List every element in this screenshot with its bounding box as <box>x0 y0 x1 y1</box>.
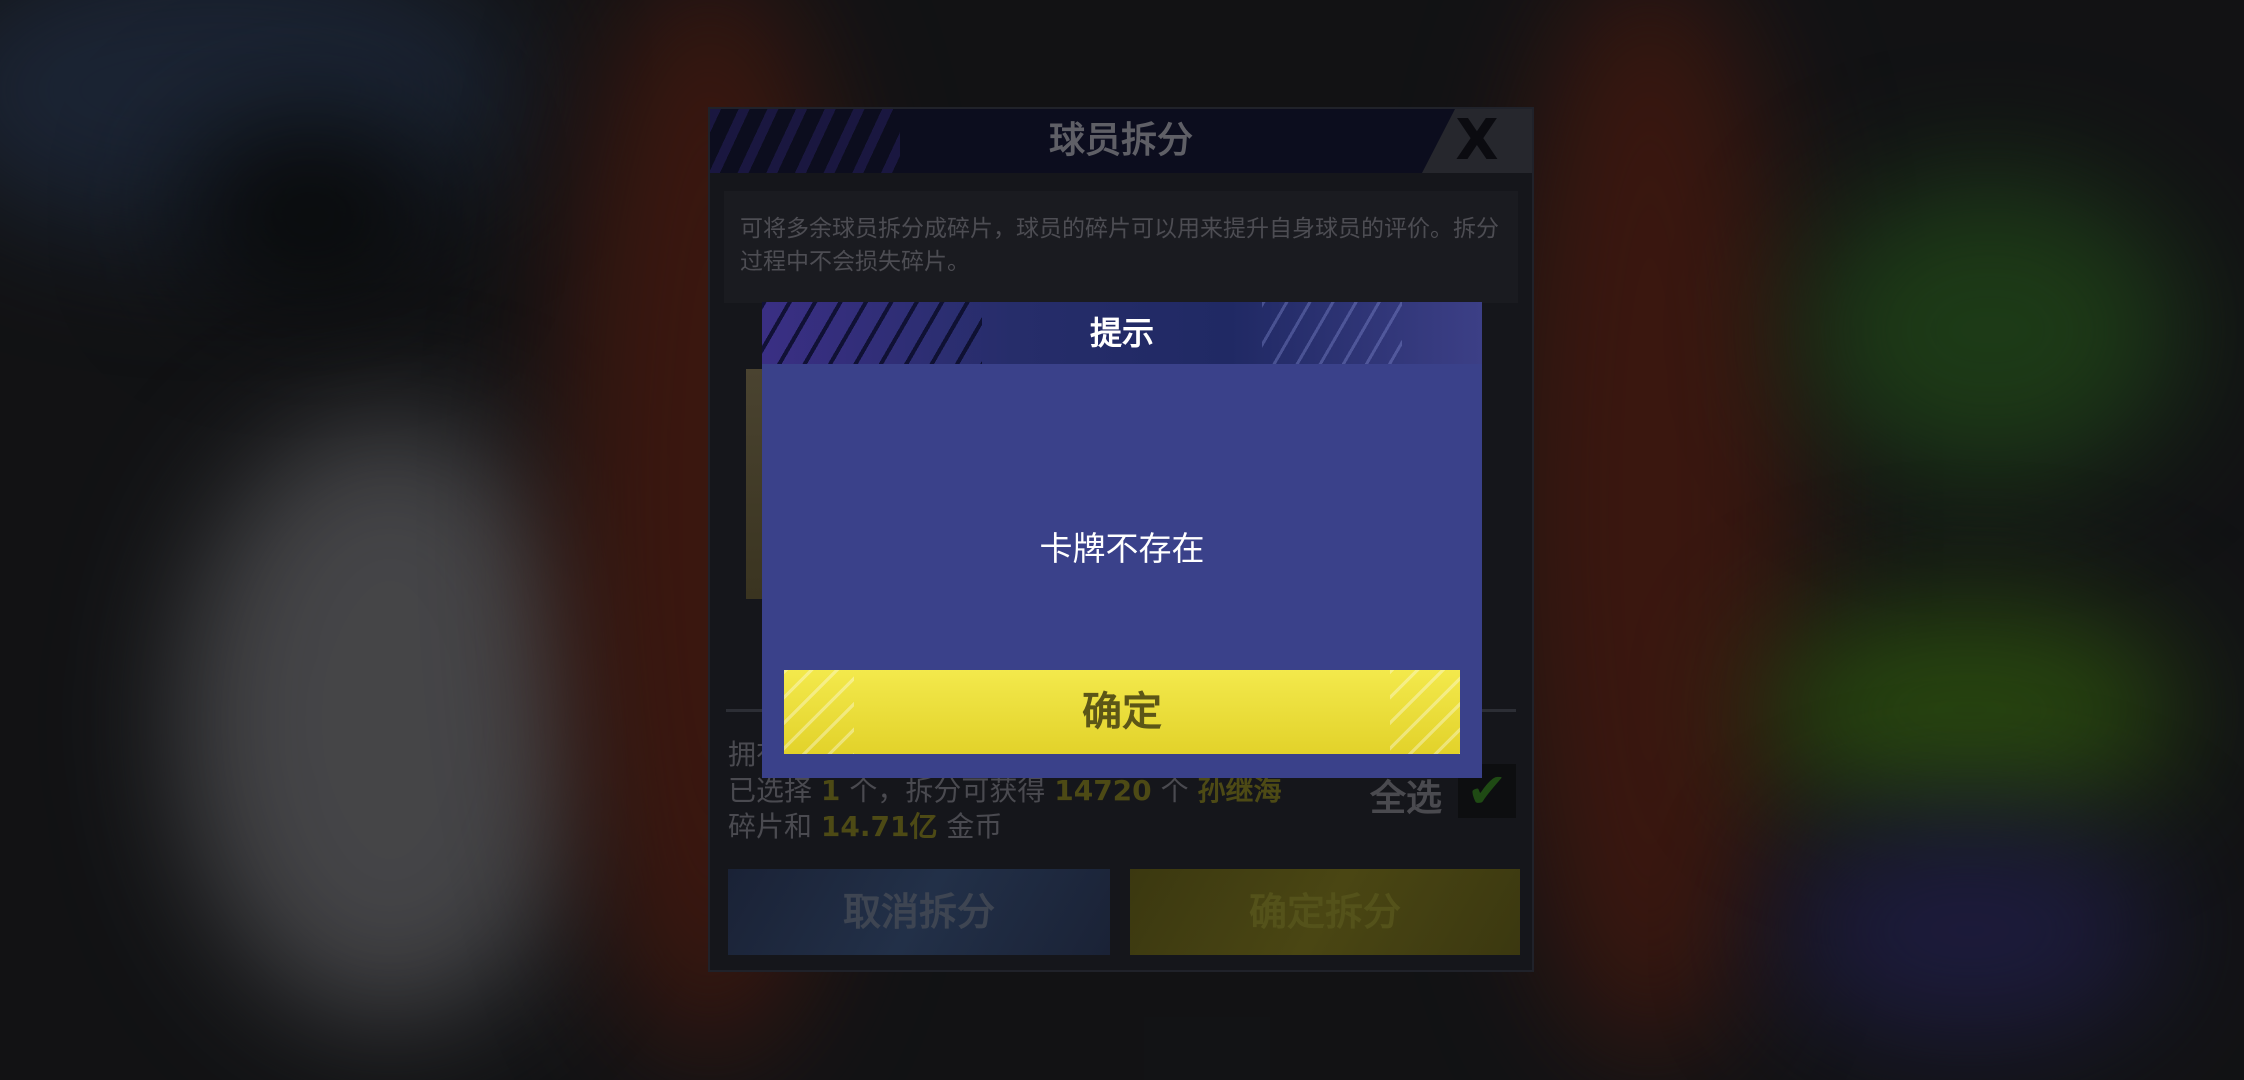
hint-message: 卡牌不存在 <box>1039 529 1205 568</box>
selection-summary: 已选择 1 个，拆分可获得 14720 个 孙继海 <box>728 774 1282 807</box>
player-name: 孙继海 <box>1197 774 1282 807</box>
hint-dialog: 提示 卡牌不存在 确定 <box>762 302 1482 778</box>
reward-summary: 碎片和 14.71亿 金币 <box>728 810 1003 843</box>
fragment-count: 14720 <box>1054 774 1152 807</box>
split-description: 可将多余球员拆分成碎片，球员的碎片可以用来提升自身球员的评价。拆分过程中不会损失… <box>724 191 1518 303</box>
confirm-split-button[interactable]: 确定拆分 <box>1130 869 1520 955</box>
cancel-split-button[interactable]: 取消拆分 <box>728 869 1110 955</box>
ok-button[interactable]: 确定 <box>784 670 1460 754</box>
ok-button-label: 确定 <box>1082 689 1162 735</box>
hint-dialog-header: 提示 <box>762 302 1482 364</box>
split-panel-header: 球员拆分 X <box>710 109 1532 173</box>
hint-dialog-title: 提示 <box>1089 314 1154 352</box>
selected-count: 1 <box>820 774 841 807</box>
split-panel-title: 球员拆分 <box>1048 120 1193 161</box>
coin-amount: 14.71亿 <box>820 810 938 843</box>
